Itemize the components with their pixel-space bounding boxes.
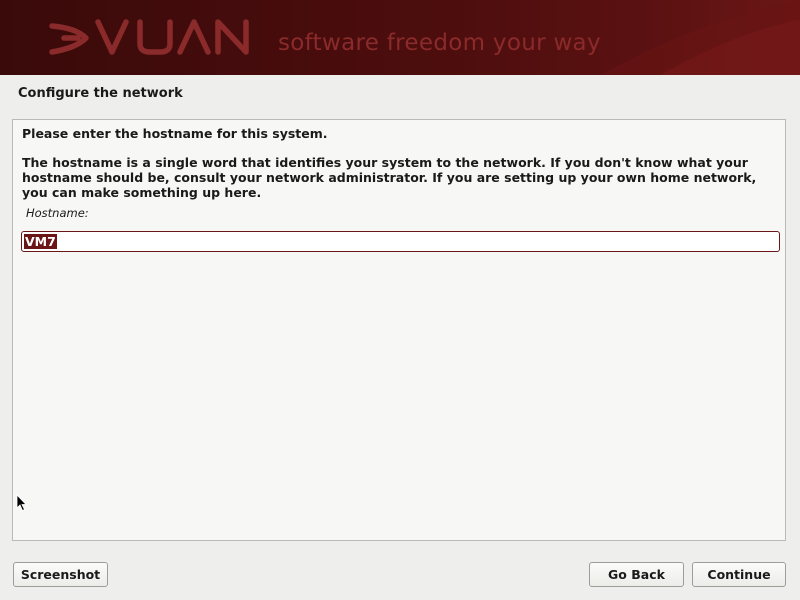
hostname-label: Hostname:: [26, 206, 89, 220]
page-title: Configure the network: [18, 86, 183, 101]
content-panel: Please enter the hostname for this syste…: [12, 119, 786, 541]
header-banner: software freedom your way: [0, 0, 800, 75]
banner-tagline: software freedom your way: [278, 30, 601, 56]
hostname-description: The hostname is a single word that ident…: [22, 155, 757, 200]
mouse-pointer-icon: [16, 494, 27, 512]
go-back-button[interactable]: Go Back: [589, 562, 684, 587]
devuan-logo: [46, 14, 256, 60]
continue-button[interactable]: Continue: [692, 562, 786, 587]
hostname-prompt: Please enter the hostname for this syste…: [22, 126, 328, 141]
hostname-input-value: VM7: [24, 234, 57, 249]
devuan-logo-icon: [49, 19, 249, 55]
screenshot-button[interactable]: Screenshot: [13, 562, 108, 587]
hostname-input[interactable]: VM7: [21, 231, 780, 252]
